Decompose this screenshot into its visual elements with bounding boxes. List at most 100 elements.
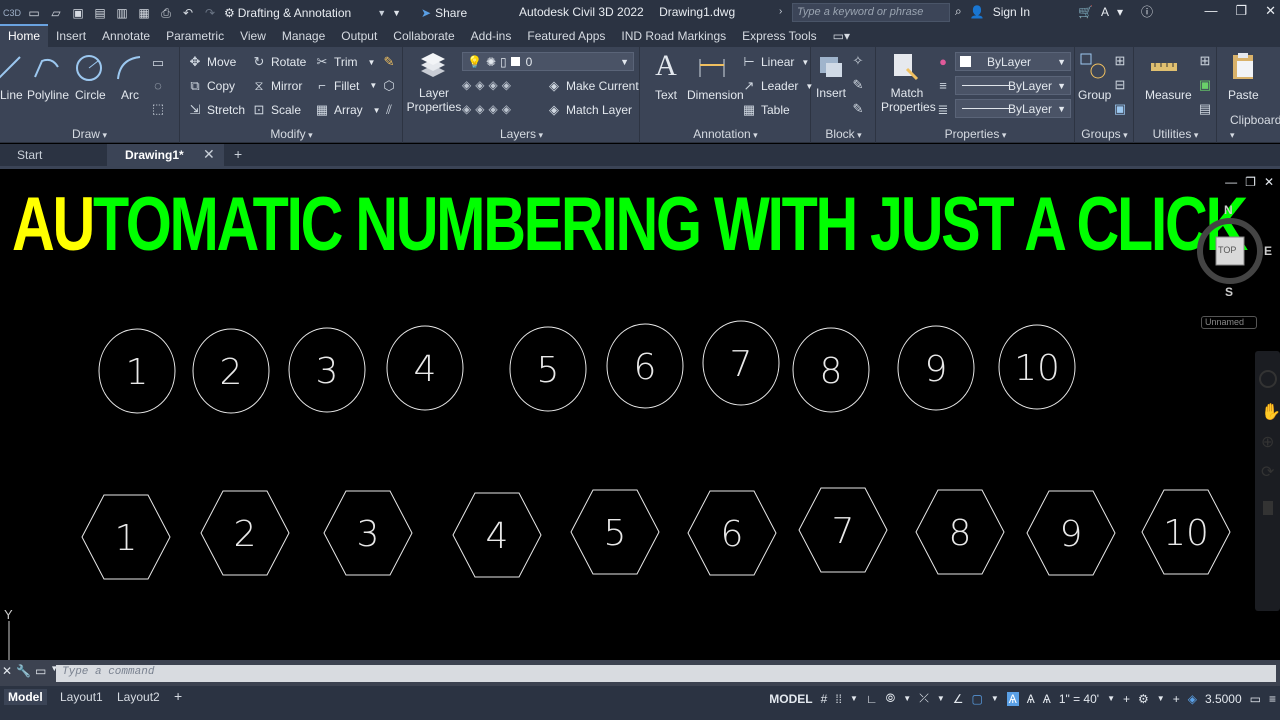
circle-button[interactable]: Circle xyxy=(75,88,106,102)
list-button[interactable]: ▤ xyxy=(1197,101,1213,117)
id-point-button[interactable]: ▣ xyxy=(1197,77,1213,93)
linetype-tool[interactable]: ≡ xyxy=(935,78,951,93)
isolate-objects-icon[interactable]: ◈ xyxy=(1188,692,1197,706)
color-wheel[interactable]: ● xyxy=(935,54,951,69)
customize-icon[interactable]: ≡ xyxy=(1269,692,1276,706)
selection-cycle-icon[interactable]: ▢ xyxy=(972,692,983,706)
drawing-canvas[interactable]: — ❐ ✕ 1 2 3 4 5 6 7 8 9 10 1 2 3 4 5 6 7 8 9 10 AUTOMATIC N… xyxy=(0,169,1280,661)
plot-icon[interactable]: ⎙ xyxy=(156,3,176,23)
compass-n[interactable]: N xyxy=(1224,203,1233,217)
polyline-button[interactable]: Polyline xyxy=(27,88,69,102)
tab-manage[interactable]: Manage xyxy=(274,26,333,47)
copy-button[interactable]: ⧉ Copy xyxy=(187,78,235,94)
ortho-icon[interactable]: ∟ xyxy=(866,692,878,706)
tab-insert[interactable]: Insert xyxy=(48,26,94,47)
start-tab[interactable]: Start xyxy=(17,148,42,162)
workspace-switcher[interactable]: ⚙ Drafting & Annotation ▼ xyxy=(224,6,386,20)
layer-properties-button[interactable]: Layer Properties xyxy=(406,86,462,114)
annotation-scale-value[interactable]: 3.5000 xyxy=(1205,692,1242,706)
autodesk-app-icon[interactable]: A xyxy=(1101,5,1109,19)
drawing-tab[interactable]: Drawing1* xyxy=(125,148,184,162)
tab-parametric[interactable]: Parametric xyxy=(158,26,232,47)
snap-icon[interactable]: ⁞⁞ xyxy=(835,692,842,706)
web-open-icon[interactable]: ▥ xyxy=(112,3,132,23)
layer-freeze-icon[interactable]: ◈ xyxy=(488,78,497,92)
layer-unlock-icon[interactable]: ◈ xyxy=(502,102,511,116)
rotate-button[interactable]: ↻ Rotate xyxy=(251,54,307,70)
help-icon[interactable]: ⓘ xyxy=(1141,3,1153,20)
close-cmd-icon[interactable]: ✕ xyxy=(2,664,12,678)
recent-commands-icon[interactable]: ▭ xyxy=(35,664,46,678)
text-button[interactable]: Text xyxy=(655,88,677,102)
layer-unisolate-icon[interactable]: ◈ xyxy=(475,102,484,116)
save-icon[interactable]: ▣ xyxy=(68,3,88,23)
qat-dropdown-icon[interactable]: ▼ xyxy=(392,8,401,18)
utilities-panel-label[interactable]: Utilities xyxy=(1135,127,1216,141)
ribbon-minimize-icon[interactable]: ▭▾ xyxy=(825,26,858,47)
layer-on-icon[interactable]: ◈ xyxy=(462,102,471,116)
layer-isolate-icon[interactable]: ◈ xyxy=(475,78,484,92)
navigation-bar[interactable]: ✋ ⊕ ⟳ xyxy=(1255,351,1280,611)
match-layer-button[interactable]: ◈ Match Layer xyxy=(546,102,632,118)
layer-off-icon[interactable]: ◈ xyxy=(462,78,471,92)
layout1-tab[interactable]: Layout1 xyxy=(56,689,107,705)
tab-collaborate[interactable]: Collaborate xyxy=(385,26,462,47)
layer-lock-icon[interactable]: ◈ xyxy=(502,78,511,92)
draw-panel-label[interactable]: Draw xyxy=(0,127,179,141)
block-panel-label[interactable]: Block xyxy=(812,127,875,141)
explode-button[interactable]: ⬡ xyxy=(381,78,397,94)
stretch-button[interactable]: ⇲ Stretch xyxy=(187,102,245,118)
groups-panel-label[interactable]: Groups xyxy=(1076,127,1133,141)
clean-screen-icon[interactable]: ▭ xyxy=(1250,692,1261,706)
new-icon[interactable]: ▭ xyxy=(24,3,44,23)
chevron-down-icon[interactable]: ▼ xyxy=(937,694,945,703)
share-button[interactable]: ➤ Share xyxy=(421,6,467,20)
web-save-icon[interactable]: ▦ xyxy=(134,3,154,23)
layout2-tab[interactable]: Layout2 xyxy=(113,689,164,705)
view-name-dropdown[interactable]: Unnamed xyxy=(1201,316,1257,329)
new-layout-icon[interactable]: + xyxy=(170,687,186,705)
properties-panel-label[interactable]: Properties xyxy=(877,127,1074,141)
model-tab[interactable]: Model xyxy=(4,689,47,705)
color-dropdown[interactable]: ByLayer ▼ xyxy=(955,52,1071,71)
group-select-button[interactable]: ▣ xyxy=(1112,101,1128,117)
save-as-icon[interactable]: ▤ xyxy=(90,3,110,23)
chevron-down-icon[interactable]: ▼ xyxy=(850,694,858,703)
annotation-panel-label[interactable]: Annotation xyxy=(641,127,810,141)
dimension-button[interactable]: Dimension xyxy=(687,88,744,102)
lineweight-tool[interactable]: ≣ xyxy=(935,102,951,118)
compass-e[interactable]: E xyxy=(1264,244,1272,258)
compass-s[interactable]: S xyxy=(1225,285,1233,299)
model-space-button[interactable]: MODEL xyxy=(769,692,812,706)
grid-icon[interactable]: # xyxy=(821,692,828,706)
tab-add-ins[interactable]: Add-ins xyxy=(463,26,520,47)
hatch-tool[interactable]: ◌ xyxy=(150,78,166,93)
chevron-down-icon[interactable]: ▼ xyxy=(991,694,999,703)
measure-button[interactable]: Measure xyxy=(1145,88,1192,102)
search-input[interactable]: Type a keyword or phrase xyxy=(792,3,950,22)
tab-ind-road-markings[interactable]: IND Road Markings xyxy=(613,26,734,47)
ungroup-button[interactable]: ⊞ xyxy=(1112,53,1128,69)
gear-icon[interactable]: ⚙ xyxy=(1138,692,1149,706)
match-properties-button[interactable]: Match Properties xyxy=(881,86,936,114)
undo-icon[interactable]: ↶ xyxy=(178,3,198,23)
paste-button[interactable]: Paste xyxy=(1228,88,1259,102)
viewcube-top-face[interactable]: TOP xyxy=(1218,245,1236,255)
edit-attribute-button[interactable]: ✎ xyxy=(850,101,866,117)
group-button[interactable]: Group xyxy=(1078,88,1111,102)
redo-icon[interactable]: ↷ xyxy=(200,3,220,23)
close-tab-icon[interactable]: ✕ xyxy=(203,146,215,163)
app-menu-icon[interactable]: C3D xyxy=(2,3,22,23)
more-draw-tool[interactable]: ⬚ xyxy=(150,101,166,117)
minimize-icon[interactable]: — xyxy=(1204,3,1217,19)
annotation-visibility-icon[interactable]: Ѧ xyxy=(1006,691,1019,706)
table-button[interactable]: ▦ Table xyxy=(741,102,790,118)
tab-output[interactable]: Output xyxy=(333,26,385,47)
make-current-button[interactable]: ◈ Make Current xyxy=(546,78,639,94)
osnap-tracking-icon[interactable]: ⤫ xyxy=(919,691,929,706)
polar-icon[interactable]: ⦾ xyxy=(886,691,896,706)
sign-in-link[interactable]: Sign In xyxy=(993,5,1030,19)
arc-button[interactable]: Arc xyxy=(121,88,139,102)
erase-button[interactable]: ✎ xyxy=(381,54,397,70)
create-block-button[interactable]: ✧ xyxy=(850,53,866,69)
